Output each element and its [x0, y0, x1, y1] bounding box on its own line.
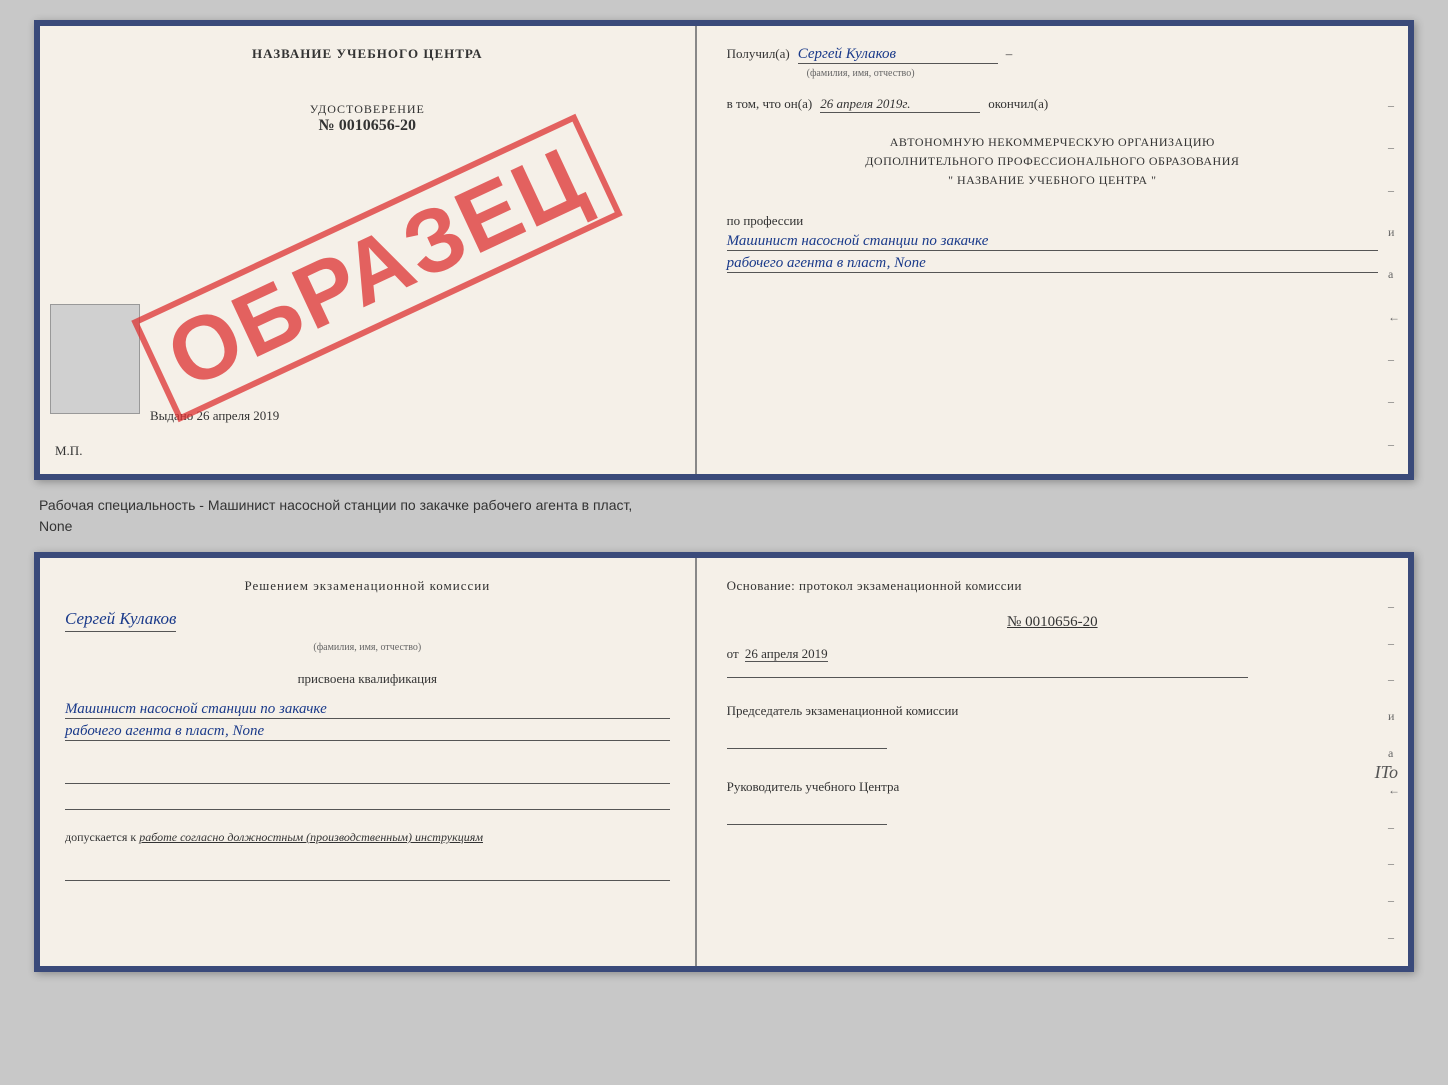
- protocol-number: № 0010656-20: [727, 614, 1378, 631]
- commission-title: Решением экзаменационной комиссии: [65, 578, 670, 594]
- received-name: Сергей Кулаков: [798, 46, 998, 64]
- org-line1: АВТОНОМНУЮ НЕКОММЕРЧЕСКУЮ ОРГАНИЗАЦИЮ: [727, 133, 1378, 152]
- org-line3: " НАЗВАНИЕ УЧЕБНОГО ЦЕНТРА ": [727, 171, 1378, 190]
- bottom-underlines: [65, 766, 670, 810]
- qualification-line1: Машинист насосной станции по закачке: [65, 701, 670, 719]
- underline-2: [65, 792, 670, 810]
- top-document: НАЗВАНИЕ УЧЕБНОГО ЦЕНТРА ОБРАЗЕЦ УДОСТОВ…: [34, 20, 1414, 480]
- name-hint-bottom: (фамилия, имя, отчество): [65, 642, 670, 653]
- profession-label: по профессии: [727, 213, 804, 228]
- director-label: Руководитель учебного Центра: [727, 779, 1378, 795]
- date-field: в том, что он(а) 26 апреля 2019г. окончи…: [727, 96, 1378, 113]
- date-value-bottom: 26 апреля 2019: [745, 646, 828, 662]
- right-side-dashes-bottom: – – – и а ← – – – –: [1388, 588, 1400, 956]
- obrazets-text: ОБРАЗЕЦ: [132, 114, 623, 423]
- profession-block: по профессии Машинист насосной станции п…: [727, 213, 1378, 273]
- underline-1: [65, 766, 670, 784]
- date-value: 26 апреля 2019г.: [820, 96, 980, 113]
- cert-school-name: НАЗВАНИЕ УЧЕБНОГО ЦЕНТРА: [65, 46, 670, 62]
- допускается-block: допускается к работе согласно должностны…: [65, 830, 670, 845]
- right-dashes: – – – и а ← – – –: [1388, 86, 1400, 464]
- chairman-block: Председатель экзаменационной комиссии: [727, 703, 1378, 749]
- obrazets-stamp: ОБРАЗЕЦ: [115, 112, 640, 424]
- bottom-left-panel: Решением экзаменационной комиссии Сергей…: [40, 558, 697, 966]
- chairman-label: Председатель экзаменационной комиссии: [727, 703, 1378, 719]
- qualification-value-block: Машинист насосной станции по закачке раб…: [65, 697, 670, 741]
- profession-line1: Машинист насосной станции по закачке: [727, 233, 1378, 251]
- director-block: Руководитель учебного Центра: [727, 779, 1378, 825]
- person-name-block: Сергей Кулаков: [65, 609, 670, 632]
- basis-label: Основание: протокол экзаменационной коми…: [727, 578, 1378, 594]
- допускается-prefix: допускается к: [65, 830, 136, 844]
- person-name: Сергей Кулаков: [65, 609, 176, 632]
- doc-left-panel: НАЗВАНИЕ УЧЕБНОГО ЦЕНТРА ОБРАЗЕЦ УДОСТОВ…: [40, 26, 697, 474]
- date-prefix-bottom: от: [727, 646, 739, 661]
- cert-number: № 0010656-20: [310, 117, 425, 135]
- chairman-signature-line: [727, 724, 887, 749]
- date-prefix: в том, что он(а): [727, 96, 813, 112]
- cert-mp: М.П.: [55, 443, 82, 459]
- caption-line2: None: [39, 516, 1409, 537]
- cert-stamp-area: ОБРАЗЕЦ УДОСТОВЕРЕНИЕ № 0010656-20: [65, 72, 670, 454]
- cert-label: УДОСТОВЕРЕНИЕ: [310, 102, 425, 117]
- doc-right-panel: Получил(а) Сергей Кулаков – (фамилия, им…: [697, 26, 1408, 474]
- caption-line1: Рабочая специальность - Машинист насосно…: [39, 495, 1409, 516]
- date-suffix: окончил(а): [988, 96, 1048, 112]
- bottom-right-panel: Основание: протокол экзаменационной коми…: [697, 558, 1408, 966]
- допускается-value: работе согласно должностным (производств…: [139, 830, 483, 844]
- cert-issued: Выдано 26 апреля 2019: [150, 408, 279, 424]
- cert-photo-placeholder: [50, 304, 140, 414]
- bottom-document: Решением экзаменационной комиссии Сергей…: [34, 552, 1414, 972]
- issued-label: Выдано: [150, 408, 193, 423]
- received-field: Получил(а) Сергей Кулаков –: [727, 46, 1378, 64]
- cert-number-block: УДОСТОВЕРЕНИЕ № 0010656-20: [310, 102, 425, 135]
- caption-text: Рабочая специальность - Машинист насосно…: [34, 495, 1414, 537]
- director-signature-line: [727, 800, 887, 825]
- name-hint-top: (фамилия, имя, отчество): [807, 68, 1378, 79]
- profession-line2: рабочего агента в пласт, None: [727, 255, 1378, 273]
- protocol-date: от 26 апреля 2019: [727, 646, 1378, 662]
- qualification-line2: рабочего агента в пласт, None: [65, 723, 670, 741]
- issued-date: 26 апреля 2019: [197, 408, 280, 423]
- org-line2: ДОПОЛНИТЕЛЬНОГО ПРОФЕССИОНАЛЬНОГО ОБРАЗО…: [727, 152, 1378, 171]
- underline-bottom: [65, 863, 670, 881]
- org-block: АВТОНОМНУЮ НЕКОММЕРЧЕСКУЮ ОРГАНИЗАЦИЮ ДО…: [727, 133, 1378, 191]
- qualification-label: присвоена квалификация: [65, 671, 670, 687]
- received-label: Получил(а): [727, 46, 790, 62]
